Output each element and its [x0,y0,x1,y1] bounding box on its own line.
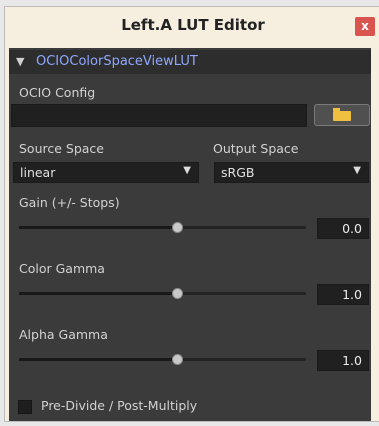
ocio-config-label: OCIO Config [19,85,96,100]
predivide-checkbox[interactable] [18,400,32,414]
gain-slider[interactable] [19,222,306,233]
window-title: Left.A LUT Editor [121,16,265,34]
color-gamma-value-field[interactable]: 1.0 [317,284,369,305]
folder-icon [333,108,351,121]
title-bar[interactable]: Left.A LUT Editor x [5,7,379,43]
alpha-gamma-slider[interactable] [19,354,306,365]
chevron-down-icon[interactable]: ▼ [16,55,24,68]
color-gamma-slider-handle[interactable] [171,288,183,299]
alpha-gamma-value-field[interactable]: 1.0 [317,350,369,371]
output-space-label: Output Space [213,141,299,156]
gain-slider-fill [19,226,177,229]
node-panel: ▼ OCIOColorSpaceViewLUT OCIO Config Sour… [9,48,371,421]
alpha-gamma-slider-fill [19,358,177,361]
predivide-label: Pre-Divide / Post-Multiply [41,398,198,413]
section-title: OCIOColorSpaceViewLUT [36,54,198,69]
browse-button[interactable] [314,104,370,126]
alpha-gamma-label: Alpha Gamma [19,327,108,342]
ocio-config-field[interactable] [11,104,307,127]
color-gamma-slider-fill [19,292,177,295]
gain-value-field[interactable]: 0.0 [317,218,369,239]
close-button[interactable]: x [355,17,375,36]
chevron-down-icon: ▼ [183,165,191,176]
color-gamma-slider[interactable] [19,288,306,299]
lut-editor-window: Left.A LUT Editor x ▼ OCIOColorSpaceView… [4,6,379,422]
source-space-value: linear [20,165,56,180]
alpha-gamma-slider-handle[interactable] [171,354,183,365]
source-space-label: Source Space [19,141,104,156]
color-gamma-label: Color Gamma [19,261,105,276]
gain-label: Gain (+/- Stops) [19,195,120,210]
section-header[interactable]: ▼ OCIOColorSpaceViewLUT [9,50,371,74]
output-space-select[interactable]: sRGB ▼ [214,162,369,183]
output-space-value: sRGB [221,165,255,180]
gain-slider-handle[interactable] [171,222,183,233]
source-space-select[interactable]: linear ▼ [13,162,199,183]
chevron-down-icon: ▼ [353,165,361,176]
